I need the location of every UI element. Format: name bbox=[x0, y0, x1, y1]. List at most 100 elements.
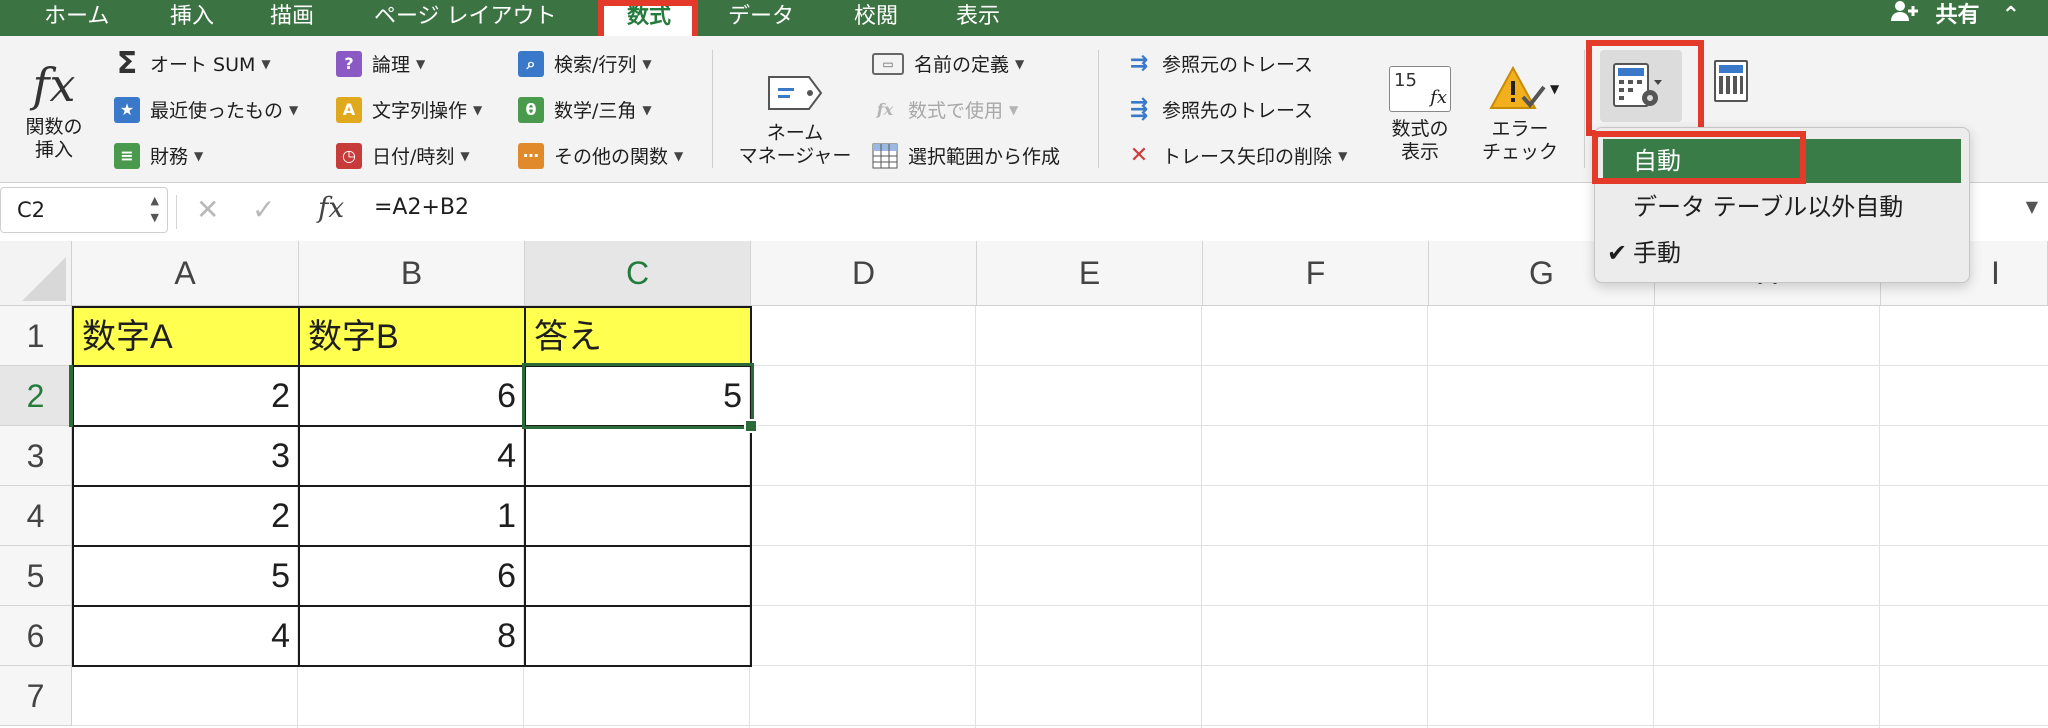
error-check-button[interactable]: エラー チェック bbox=[1470, 60, 1570, 164]
autosum-button[interactable]: Σ オート SUM ▼ bbox=[114, 46, 271, 81]
create-from-selection-button[interactable]: 選択範囲から作成 bbox=[872, 142, 1060, 169]
tab-formulas[interactable]: 数式 bbox=[604, 0, 694, 36]
error-check-dropdown-icon[interactable]: ▼ bbox=[1550, 82, 1559, 96]
name-manager-label-2: マネージャー bbox=[738, 145, 852, 167]
tab-view[interactable]: 表示 bbox=[956, 0, 1000, 36]
insert-function-label-2: 挿入 bbox=[34, 139, 73, 161]
recent-functions-button[interactable]: ★ 最近使ったもの ▼ bbox=[114, 96, 298, 123]
cell-b5[interactable]: 6 bbox=[298, 545, 526, 607]
cell-a6[interactable]: 4 bbox=[72, 605, 300, 667]
more-functions-button[interactable]: ⋯ その他の関数 ▼ bbox=[518, 142, 683, 169]
star-icon: ★ bbox=[114, 96, 140, 123]
cell-a5[interactable]: 5 bbox=[72, 545, 300, 607]
trace-precedents-button[interactable]: ⇉ 参照元のトレース bbox=[1126, 50, 1313, 77]
cell-b4[interactable]: 1 bbox=[298, 485, 526, 547]
name-box[interactable]: C2 ▲ ▼ bbox=[0, 187, 168, 233]
show-formulas-icon-text: 15 bbox=[1394, 70, 1417, 91]
column-header-b[interactable]: B bbox=[299, 241, 525, 306]
row-header-2[interactable]: 2 bbox=[0, 366, 72, 426]
formula-input[interactable]: =A2+B2 bbox=[374, 195, 469, 220]
calculation-options-button[interactable] bbox=[1600, 50, 1682, 122]
tab-page-layout[interactable]: ページ レイアウト bbox=[374, 0, 557, 36]
cell-b1[interactable]: 数字B bbox=[298, 306, 526, 367]
row-header-5[interactable]: 5 bbox=[0, 546, 72, 606]
error-check-label-2: チェック bbox=[1481, 141, 1558, 163]
cell-c1[interactable]: 答え bbox=[524, 306, 752, 367]
tab-home[interactable]: ホーム bbox=[44, 0, 109, 36]
calculator-gear-icon bbox=[1613, 63, 1662, 107]
formula-bar-expand-icon[interactable]: ▼ bbox=[2026, 197, 2038, 216]
cell-c3[interactable] bbox=[524, 425, 752, 487]
column-header-a[interactable]: A bbox=[72, 241, 299, 306]
date-time-button[interactable]: ◷ 日付/時刻 ▼ bbox=[336, 142, 470, 169]
row-header-4[interactable]: 4 bbox=[0, 486, 72, 546]
active-row-marker bbox=[69, 365, 73, 427]
menu-item-manual[interactable]: ✔ 手動 bbox=[1603, 231, 1961, 275]
show-formulas-label-1: 数式の bbox=[1391, 118, 1449, 140]
cell-c6[interactable] bbox=[524, 605, 752, 667]
date-time-label: 日付/時刻 bbox=[372, 146, 455, 168]
cell-a3[interactable]: 3 bbox=[72, 425, 300, 487]
column-header-c[interactable]: C bbox=[525, 241, 751, 306]
math-trig-button[interactable]: θ 数学/三角 ▼ bbox=[518, 96, 652, 123]
chevron-down-icon: ▼ bbox=[642, 102, 652, 117]
cell-a2[interactable]: 2 bbox=[72, 365, 300, 427]
fx-icon[interactable]: fx bbox=[318, 191, 344, 224]
text-label: 文字列操作 bbox=[372, 100, 468, 122]
trace-precedents-label: 参照元のトレース bbox=[1162, 54, 1314, 76]
financial-button[interactable]: ≡ 財務 ▼ bbox=[114, 142, 203, 169]
cell-c5[interactable] bbox=[524, 545, 752, 607]
lookup-label: 検索/行列 bbox=[554, 54, 637, 76]
name-box-stepper-icon[interactable]: ▲ ▼ bbox=[151, 192, 159, 226]
row-header-7[interactable]: 7 bbox=[0, 666, 72, 726]
calculation-options-menu: 自動 データ テーブル以外自動 ✔ 手動 bbox=[1594, 127, 1970, 283]
math-label: 数学/三角 bbox=[554, 100, 637, 122]
cell-a4[interactable]: 2 bbox=[72, 485, 300, 547]
remove-arrows-button[interactable]: ✕ トレース矢印の削除 ▼ bbox=[1126, 142, 1348, 169]
calculate-now-icon[interactable] bbox=[1714, 60, 1748, 102]
use-in-formula-button[interactable]: fx 数式で使用 ▼ bbox=[872, 96, 1018, 123]
cell-b2[interactable]: 6 bbox=[298, 365, 526, 427]
insert-function-button[interactable]: fx 関数の 挿入 bbox=[14, 54, 94, 162]
cell-c4[interactable] bbox=[524, 485, 752, 547]
cell-b3[interactable]: 4 bbox=[298, 425, 526, 487]
tab-draw[interactable]: 描画 bbox=[270, 0, 314, 36]
enter-check-icon[interactable]: ✓ bbox=[252, 193, 275, 226]
cell-a1[interactable]: 数字A bbox=[72, 306, 300, 367]
collapse-ribbon-icon[interactable]: ⌃ bbox=[2002, 3, 2020, 28]
define-name-button[interactable]: ▭ 名前の定義 ▼ bbox=[872, 50, 1024, 77]
lookup-button[interactable]: ⌕ 検索/行列 ▼ bbox=[518, 50, 652, 77]
tab-data[interactable]: データ bbox=[728, 0, 794, 36]
recent-label: 最近使ったもの bbox=[150, 100, 284, 122]
lookup-icon: ⌕ bbox=[518, 50, 544, 77]
chevron-down-icon: ▼ bbox=[642, 56, 652, 71]
formula-bar-separator bbox=[176, 195, 177, 229]
logical-button[interactable]: ? 論理 ▼ bbox=[336, 50, 425, 77]
column-header-f[interactable]: F bbox=[1203, 241, 1429, 306]
chevron-down-icon: ▼ bbox=[1015, 56, 1025, 71]
share-button[interactable]: 共有 ⌃ bbox=[1890, 0, 2020, 36]
row-header-6[interactable]: 6 bbox=[0, 606, 72, 666]
tab-review[interactable]: 校閲 bbox=[854, 0, 898, 36]
text-functions-button[interactable]: A 文字列操作 ▼ bbox=[336, 96, 482, 123]
menu-item-automatic-except-tables[interactable]: データ テーブル以外自動 bbox=[1603, 185, 1961, 229]
fill-handle[interactable] bbox=[744, 419, 758, 433]
cell-b6[interactable]: 8 bbox=[298, 605, 526, 667]
cell-c2[interactable]: 5 bbox=[524, 365, 752, 427]
ribbon-separator bbox=[712, 50, 713, 168]
select-all-corner[interactable] bbox=[0, 241, 72, 306]
trace-dependents-button[interactable]: ⇶ 参照先のトレース bbox=[1126, 96, 1313, 123]
show-formulas-button[interactable]: 15 fx 数式の 表示 bbox=[1378, 60, 1462, 164]
row-header-3[interactable]: 3 bbox=[0, 426, 72, 486]
remove-arrows-label: トレース矢印の削除 bbox=[1162, 146, 1333, 168]
column-header-e[interactable]: E bbox=[977, 241, 1203, 306]
table-grid-icon bbox=[872, 143, 898, 169]
row-header-1[interactable]: 1 bbox=[0, 306, 72, 366]
sum-icon: Σ bbox=[116, 46, 138, 81]
cancel-icon[interactable]: ✕ bbox=[196, 193, 219, 226]
label-tag-icon: ▭ bbox=[872, 52, 904, 75]
menu-item-automatic[interactable]: 自動 bbox=[1603, 139, 1961, 183]
tab-insert[interactable]: 挿入 bbox=[170, 0, 214, 36]
name-manager-button[interactable]: ネーム マネージャー bbox=[726, 64, 864, 168]
column-header-d[interactable]: D bbox=[751, 241, 977, 306]
